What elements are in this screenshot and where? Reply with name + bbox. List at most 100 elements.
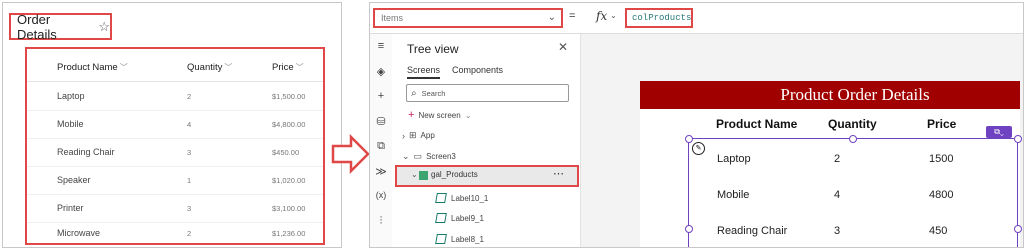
chevron-down-icon: ⌄	[411, 170, 418, 179]
hamburger-menu-icon[interactable]: ≡	[374, 40, 388, 52]
cell-quantity: 4	[187, 119, 192, 129]
cell-product-name: Printer	[57, 203, 84, 213]
resize-handle[interactable]	[1014, 135, 1022, 143]
label-icon	[435, 234, 447, 244]
app-canvas: Product Order Details Product Name Quant…	[640, 81, 1022, 247]
table-row[interactable]: Speaker 1 $1,020.00	[27, 166, 323, 195]
chevron-down-icon: ⌄	[462, 111, 472, 120]
tree-item-label-control[interactable]: Label8_1	[435, 234, 484, 244]
cell-price: $1,500.00	[272, 91, 306, 101]
tree-item-label: Label9_1	[451, 213, 484, 223]
new-screen-button[interactable]: + New screen ⌄	[408, 109, 472, 121]
cell-quantity: 1	[187, 175, 192, 185]
tree-view-pane: Tree view ✕ Screens Components ⌕ Search …	[392, 34, 581, 247]
close-icon[interactable]: ✕	[558, 40, 568, 54]
variables-icon[interactable]: (x)	[374, 190, 388, 200]
list-title-text: Order Details	[17, 11, 57, 42]
new-screen-label: New screen	[418, 111, 461, 120]
plus-icon: +	[408, 109, 415, 121]
left-rail: ≡ ◈ + ⛁ ⧉ ≫ (x) ⫶	[370, 34, 393, 247]
resize-handle[interactable]	[685, 225, 693, 233]
column-header-product-name[interactable]: Product Name ﹀	[57, 62, 128, 73]
list-table: Product Name ﹀ Quantity ﹀ Price ﹀ Laptop 2 …	[25, 47, 325, 245]
table-row[interactable]: Microwave 2 $1,236.00	[27, 219, 323, 247]
column-header-price[interactable]: Price ﹀	[272, 62, 304, 73]
tab-screens[interactable]: Screens	[407, 65, 441, 79]
cell-product-name: Laptop	[57, 91, 85, 101]
tree-item-label: Label8_1	[451, 234, 484, 244]
cell-product-name: Mobile	[57, 119, 84, 129]
tree-item-label-control[interactable]: Label9_1	[435, 213, 484, 223]
chevron-down-icon: ﹀	[224, 62, 233, 72]
formula-bar: Items ⌄ = fx ⌄ colProducts	[370, 3, 1023, 34]
tree-item-gallery[interactable]: ⌄ gal_Products ⋯	[395, 165, 579, 187]
cell-product-name: Speaker	[57, 175, 91, 185]
list-header-row: Product Name ﹀ Quantity ﹀ Price ﹀	[27, 53, 323, 82]
gallery-price: 450	[929, 225, 948, 237]
favorite-star-icon[interactable]: ☆	[98, 19, 110, 35]
tree-view-title: Tree view	[407, 42, 459, 56]
formula-text: colProducts	[632, 13, 692, 23]
list-title: Order Details ☆	[9, 11, 112, 42]
cell-price: $1,236.00	[272, 228, 306, 238]
cell-product-name: Microwave	[57, 228, 101, 238]
search-placeholder: Search	[421, 88, 446, 98]
cell-quantity: 3	[187, 203, 192, 213]
layers-icon[interactable]: ◈	[374, 65, 388, 78]
equals-sign: =	[569, 10, 576, 22]
formula-input[interactable]: colProducts	[625, 8, 693, 28]
tree-item-label: Label10_1	[451, 193, 489, 203]
screen-icon: ▭	[413, 151, 423, 161]
gallery-quantity: 2	[834, 153, 841, 165]
gallery-product-name: Laptop	[717, 153, 751, 165]
cell-price: $4,800.00	[272, 119, 306, 129]
app-header: Product Order Details	[640, 81, 1020, 109]
chevron-right-icon: ›	[402, 130, 405, 141]
cell-quantity: 2	[187, 228, 192, 238]
more-options-icon[interactable]: ⋯	[553, 167, 564, 180]
tree-item-screen3[interactable]: ⌄ ▭ Screen3	[402, 151, 456, 162]
cell-product-name: Reading Chair	[57, 147, 115, 157]
chevron-down-icon: ﹀	[295, 62, 304, 72]
column-header-product-name[interactable]: Product Name	[716, 117, 797, 131]
tree-item-app[interactable]: › ⊞ App	[402, 130, 435, 141]
search-input[interactable]: ⌕ Search	[406, 84, 569, 102]
power-apps-studio: Items ⌄ = fx ⌄ colProducts ≡ ◈ + ⛁ ⧉ ≫ (…	[369, 2, 1024, 248]
tree-item-label-control[interactable]: Label10_1	[435, 193, 489, 203]
cell-price: $1,020.00	[272, 175, 306, 185]
tree-item-label: App	[420, 131, 435, 140]
insert-plus-icon[interactable]: +	[374, 90, 388, 102]
search-icon: ⌕	[411, 87, 417, 99]
column-header-quantity[interactable]: Quantity ﹀	[187, 62, 232, 73]
resize-handle[interactable]	[849, 135, 857, 143]
resize-handle[interactable]	[1014, 225, 1022, 233]
tree-item-label: Screen3	[426, 152, 456, 161]
gallery-control[interactable]: ✎ Laptop 2 1500 Mobile 4 4800 Reading Ch…	[688, 138, 1018, 247]
table-row[interactable]: Laptop 2 $1,500.00	[27, 82, 323, 111]
table-row[interactable]: Reading Chair 3 $450.00	[27, 138, 323, 167]
resize-handle[interactable]	[685, 135, 693, 143]
power-automate-icon[interactable]: ≫	[374, 165, 388, 178]
chevron-down-icon: ⌄	[547, 12, 556, 23]
tree-item-label: gal_Products	[431, 170, 478, 179]
fx-icon[interactable]: fx	[596, 9, 607, 23]
advanced-tools-icon[interactable]: ⫶	[374, 215, 388, 228]
column-header-quantity[interactable]: Quantity	[828, 117, 877, 131]
cell-price: $3,100.00	[272, 203, 306, 213]
gallery-product-name: Reading Chair	[717, 225, 788, 237]
copilot-icon[interactable]: ⧉⌄	[986, 126, 1012, 138]
edit-icon[interactable]: ✎	[692, 142, 705, 155]
media-icon[interactable]: ⧉	[374, 140, 388, 153]
data-cylinder-icon[interactable]: ⛁	[374, 115, 388, 128]
right-arrow-icon	[331, 134, 370, 174]
chevron-down-icon: ﹀	[119, 62, 128, 72]
tab-components[interactable]: Components	[452, 65, 503, 75]
chevron-down-icon[interactable]: ⌄	[610, 11, 617, 20]
chevron-down-icon: ⌄	[402, 151, 410, 161]
cell-price: $450.00	[272, 147, 300, 157]
property-dropdown[interactable]: Items ⌄	[373, 8, 563, 28]
gallery-price: 1500	[929, 153, 954, 165]
sharepoint-list-panel: Order Details ☆ Product Name ﹀ Quantity ﹀ …	[2, 2, 342, 248]
column-header-price[interactable]: Price	[927, 117, 956, 131]
table-row[interactable]: Mobile 4 $4,800.00	[27, 110, 323, 139]
